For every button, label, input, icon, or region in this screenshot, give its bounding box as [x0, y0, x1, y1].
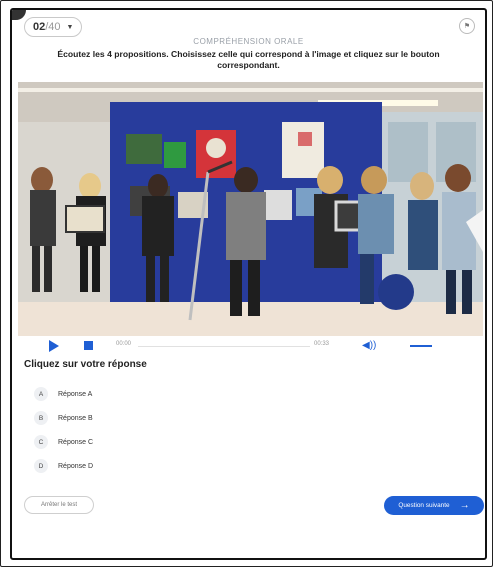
option-letter: D	[34, 459, 48, 473]
arrow-right-icon: →	[459, 500, 470, 511]
stop-test-button[interactable]: Arrêter le test	[24, 496, 94, 514]
option-letter: A	[34, 387, 48, 401]
camera-notch	[12, 10, 26, 20]
option-label: Réponse A	[58, 390, 93, 398]
chevron-down-icon: ▼	[66, 23, 74, 31]
option-c[interactable]: C Réponse C	[34, 430, 93, 454]
question-total: /40	[45, 21, 61, 33]
current-time: 00:00	[116, 341, 132, 347]
audio-player: 00:00 00:33 ◀))	[18, 336, 483, 356]
option-label: Réponse B	[58, 414, 93, 422]
option-letter: B	[34, 411, 48, 425]
section-title: COMPRÉHENSION ORALE	[193, 37, 304, 46]
test-screen: 02 /40 ▼ ⚑ COMPRÉHENSION ORALE Écoutez l…	[10, 8, 487, 560]
progress-track[interactable]	[138, 346, 310, 347]
device-frame: 02 /40 ▼ ⚑ COMPRÉHENSION ORALE Écoutez l…	[0, 0, 493, 567]
option-label: Réponse D	[58, 462, 94, 470]
volume-icon[interactable]: ◀))	[362, 340, 376, 351]
option-a[interactable]: A Réponse A	[34, 382, 93, 406]
question-counter[interactable]: 02 /40 ▼	[24, 17, 83, 37]
answer-prompt: Cliquez sur votre réponse	[24, 359, 147, 370]
volume-slider[interactable]	[410, 345, 432, 347]
flag-icon[interactable]: ⚑	[459, 18, 475, 34]
answer-options: A Réponse A B Réponse B C Réponse C D Ré…	[34, 382, 93, 478]
next-question-button[interactable]: Question suivante →	[384, 496, 484, 515]
instruction-text: Écoutez les 4 propositions. Choisissez c…	[57, 49, 440, 70]
option-d[interactable]: D Réponse D	[34, 454, 93, 478]
option-label: Réponse C	[58, 438, 94, 446]
stop-icon[interactable]	[84, 341, 93, 350]
option-b[interactable]: B Réponse B	[34, 406, 93, 430]
option-letter: C	[34, 435, 48, 449]
play-icon[interactable]	[49, 340, 59, 352]
question-image	[18, 82, 483, 336]
next-question-label: Question suivante	[398, 502, 450, 509]
total-time: 00:33	[314, 341, 330, 347]
question-current: 02	[33, 21, 46, 33]
